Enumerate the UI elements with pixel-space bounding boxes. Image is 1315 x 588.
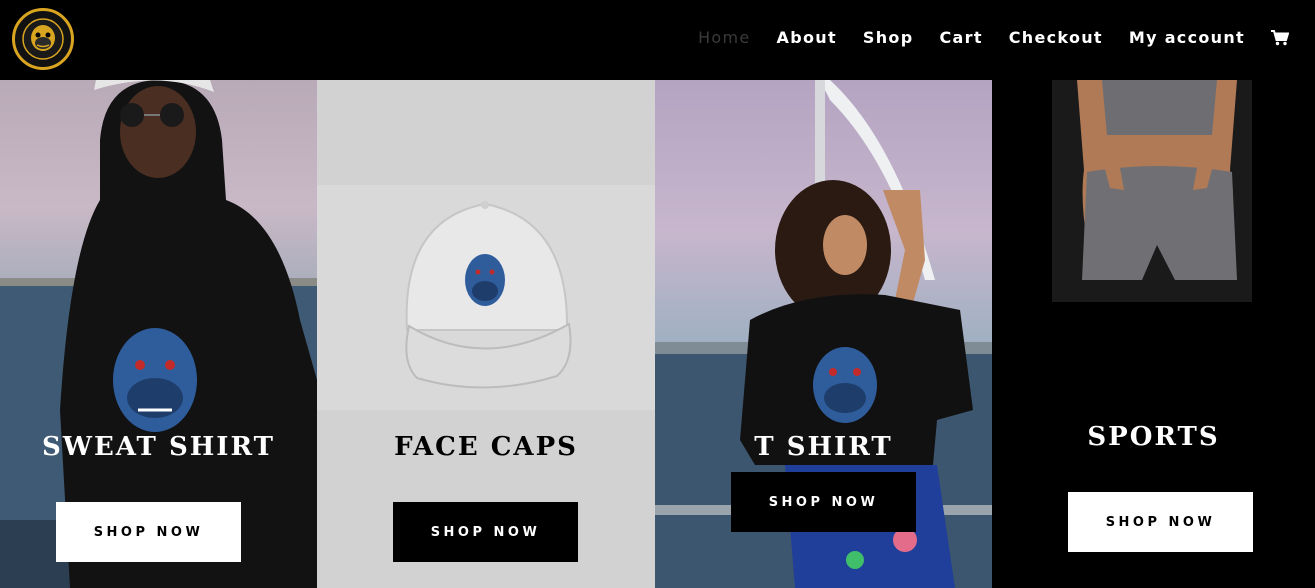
nav-my-account[interactable]: My account	[1129, 28, 1245, 47]
nav-home[interactable]: Home	[698, 28, 750, 47]
nav-checkout[interactable]: Checkout	[1009, 28, 1103, 47]
shop-now-button[interactable]: SHOP NOW	[393, 502, 578, 562]
category-title: SPORTS	[1087, 422, 1220, 452]
nav-cart[interactable]: Cart	[939, 28, 982, 47]
category-title: FACE CAPS	[394, 432, 578, 462]
category-title: SWEAT SHIRT	[42, 432, 275, 462]
shop-now-button[interactable]: SHOP NOW	[1068, 492, 1253, 552]
category-card-sweat-shirt: SWEAT SHIRT SHOP NOW	[0, 80, 317, 588]
site-header: Home About Shop Cart Checkout My account	[0, 0, 1315, 80]
category-card-face-caps: FACE CAPS SHOP NOW	[317, 80, 655, 588]
gorilla-logo-icon[interactable]	[12, 8, 74, 70]
nav-about[interactable]: About	[777, 28, 837, 47]
main-nav: Home About Shop Cart Checkout My account	[698, 28, 1289, 47]
category-title: T SHIRT	[754, 432, 893, 462]
shop-now-button[interactable]: SHOP NOW	[56, 502, 241, 562]
shop-now-button[interactable]: SHOP NOW	[731, 472, 916, 532]
shopping-cart-icon[interactable]	[1271, 29, 1289, 46]
nav-shop[interactable]: Shop	[863, 28, 914, 47]
category-card-t-shirt: T SHIRT SHOP NOW	[655, 80, 992, 588]
category-card-sports: SPORTS SHOP NOW	[992, 80, 1315, 588]
